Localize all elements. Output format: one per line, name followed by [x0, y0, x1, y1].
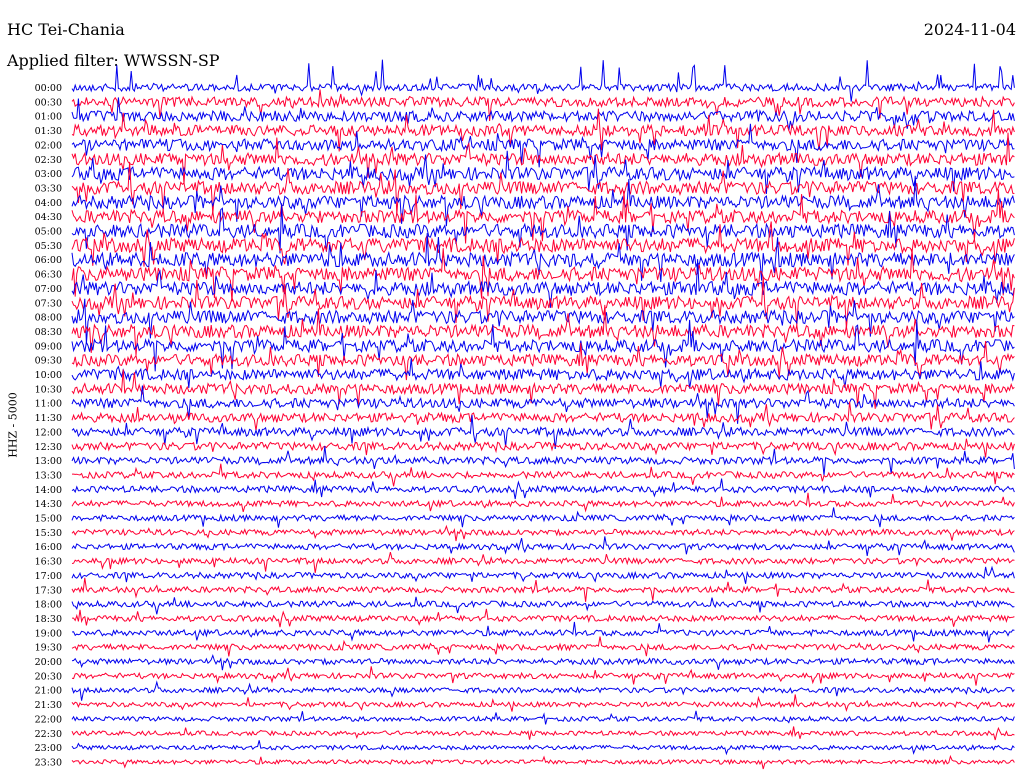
time-tick-label: 10:30	[35, 384, 62, 395]
time-tick-label: 14:00	[35, 485, 62, 496]
time-tick-label: 08:30	[35, 327, 62, 338]
time-tick-label: 02:00	[35, 140, 62, 151]
time-tick-label: 16:00	[35, 542, 62, 553]
seismic-trace-line	[71, 358, 1015, 389]
time-tick-label: 04:00	[35, 198, 62, 209]
seismic-trace-line	[71, 401, 1015, 431]
time-tick-label: 07:00	[35, 284, 62, 295]
seismic-trace-line	[71, 59, 1015, 102]
seismic-trace-line	[71, 636, 1015, 657]
helicorder-plot: 00:00 00:30 01:00 01:30 02:00 02:30 03:00 03:30…	[35, 59, 1015, 770]
time-tick-label: 03:30	[35, 183, 62, 194]
time-tick-label: 19:00	[35, 628, 62, 639]
time-tick-label: 13:00	[35, 456, 62, 467]
seismic-trace-line	[71, 524, 1015, 542]
time-tick-label: 22:00	[35, 714, 62, 725]
seismic-trace-line	[71, 666, 1015, 686]
seismic-trace-line	[71, 492, 1015, 513]
seismic-trace-line	[71, 577, 1015, 602]
time-tick-label: 18:30	[35, 614, 62, 625]
seismic-trace-line	[71, 754, 1015, 770]
time-tick-label: 15:30	[35, 528, 62, 539]
time-tick-label: 00:00	[35, 83, 62, 94]
time-tick-label: 15:00	[35, 514, 62, 525]
time-tick-label: 23:00	[35, 743, 62, 754]
time-tick-label: 23:30	[35, 757, 62, 768]
time-tick-label: 09:00	[35, 341, 62, 352]
seismic-trace-line	[71, 596, 1015, 615]
time-tick-label: 16:30	[35, 557, 62, 568]
seismic-trace-line	[71, 740, 1015, 756]
time-tick-label: 12:30	[35, 442, 62, 453]
time-tick-label: 11:30	[35, 413, 62, 424]
seismic-trace-line	[71, 680, 1015, 701]
seismic-trace-line	[71, 551, 1015, 573]
time-tick-label: 19:30	[35, 643, 62, 654]
time-tick-label: 05:00	[35, 227, 62, 238]
time-tick-label: 04:30	[35, 212, 62, 223]
seismic-trace-line	[71, 710, 1015, 725]
seismic-trace-line	[72, 608, 1015, 628]
seismic-trace-line	[71, 438, 1015, 458]
time-tick-label: 01:00	[35, 112, 62, 123]
time-tick-label: 01:30	[35, 126, 62, 137]
time-tick-label: 22:30	[35, 729, 62, 740]
seismic-trace-line	[72, 463, 1015, 487]
time-tick-label: 07:30	[35, 298, 62, 309]
time-tick-label: 17:00	[35, 571, 62, 582]
seismic-trace-line	[71, 565, 1015, 584]
time-tick-label: 21:30	[35, 700, 62, 711]
seismic-trace-line	[71, 621, 1015, 643]
time-tick-label: 11:00	[35, 399, 62, 410]
seismic-trace-line	[71, 507, 1015, 528]
time-tick-label: 06:00	[35, 255, 62, 266]
seismic-trace-line	[71, 478, 1015, 500]
time-tick-label: 20:00	[35, 657, 62, 668]
time-tick-label: 14:30	[35, 499, 62, 510]
time-tick-label: 06:30	[35, 270, 62, 281]
time-tick-label: 21:00	[35, 686, 62, 697]
time-tick-label: 12:00	[35, 427, 62, 438]
time-tick-label: 17:30	[35, 585, 62, 596]
time-tick-label: 08:00	[35, 313, 62, 324]
time-tick-label: 09:30	[35, 356, 62, 367]
time-tick-label: 03:00	[35, 169, 62, 180]
time-tick-label: 05:30	[35, 241, 62, 252]
time-tick-label: 20:30	[35, 671, 62, 682]
time-tick-label: 10:00	[35, 370, 62, 381]
time-tick-label: 18:00	[35, 600, 62, 611]
seismic-trace-line	[71, 536, 1015, 556]
seismic-trace-line	[71, 653, 1015, 671]
seismic-trace-line	[71, 694, 1015, 712]
seismic-trace-line	[71, 726, 1015, 741]
time-tick-label: 00:30	[35, 97, 62, 108]
time-tick-label: 02:30	[35, 155, 62, 166]
time-tick-label: 13:30	[35, 470, 62, 481]
